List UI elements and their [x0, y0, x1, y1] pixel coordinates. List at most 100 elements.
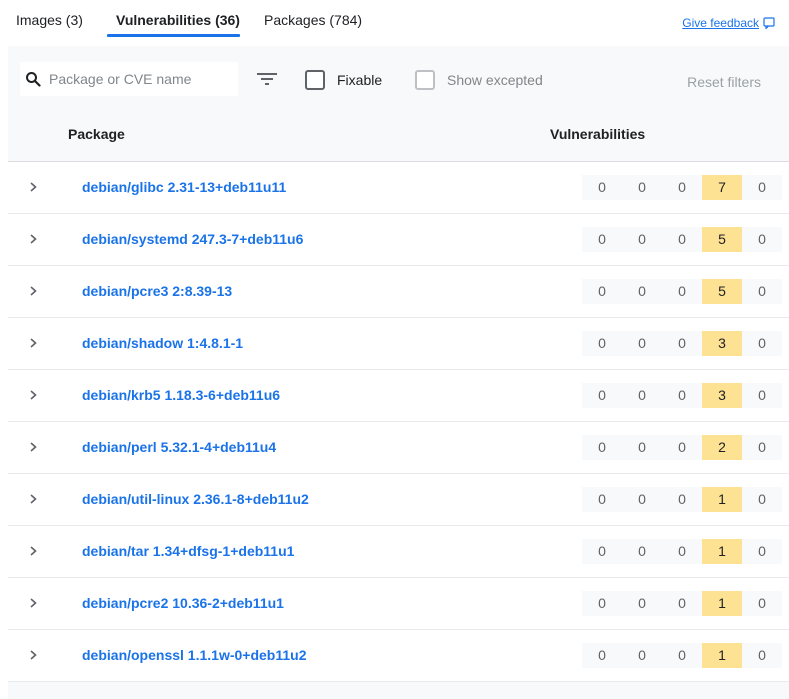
chevron-right-icon[interactable] — [27, 596, 39, 610]
give-feedback-link[interactable]: Give feedback — [682, 16, 775, 30]
package-link[interactable]: debian/openssl 1.1.1w-0+deb11u2 — [82, 647, 306, 663]
count-medium: 0 — [662, 487, 702, 512]
count-medium: 0 — [662, 331, 702, 356]
show-excepted-checkbox-box — [415, 70, 435, 90]
severity-counts: 0 0 0 2 0 — [582, 435, 782, 460]
count-low: 3 — [702, 383, 742, 408]
chevron-right-icon[interactable] — [27, 440, 39, 454]
count-minimal: 0 — [742, 643, 782, 668]
column-header-package: Package — [68, 126, 125, 142]
show-excepted-label: Show excepted — [447, 72, 543, 88]
table-row: debian/systemd 247.3-7+deb11u6 0 0 0 5 0 — [8, 214, 789, 266]
search-box — [20, 62, 238, 96]
table-row: debian/glibc 2.31-13+deb11u11 0 0 0 7 0 — [8, 162, 789, 214]
table-row: debian/perl 5.32.1-4+deb11u4 0 0 0 2 0 — [8, 422, 789, 474]
table-header: Package Vulnerabilities — [8, 114, 789, 162]
count-low: 1 — [702, 591, 742, 616]
search-icon — [26, 72, 41, 87]
table-row: debian/util-linux 2.36.1-8+deb11u2 0 0 0… — [8, 474, 789, 526]
count-critical: 0 — [582, 643, 622, 668]
feedback-icon — [763, 17, 775, 29]
count-low: 5 — [702, 227, 742, 252]
count-critical: 0 — [582, 435, 622, 460]
filter-list-icon[interactable] — [257, 72, 277, 86]
table-row: debian/shadow 1:4.8.1-1 0 0 0 3 0 — [8, 318, 789, 370]
count-minimal: 0 — [742, 279, 782, 304]
package-link[interactable]: debian/krb5 1.18.3-6+deb11u6 — [82, 387, 280, 403]
count-high: 0 — [622, 279, 662, 304]
count-minimal: 0 — [742, 591, 782, 616]
chevron-right-icon[interactable] — [27, 284, 39, 298]
package-link[interactable]: debian/systemd 247.3-7+deb11u6 — [82, 231, 303, 247]
count-medium: 0 — [662, 175, 702, 200]
count-critical: 0 — [582, 487, 622, 512]
count-high: 0 — [622, 175, 662, 200]
count-minimal: 0 — [742, 331, 782, 356]
reset-filters-button: Reset filters — [687, 74, 761, 90]
severity-counts: 0 0 0 1 0 — [582, 539, 782, 564]
severity-counts: 0 0 0 1 0 — [582, 643, 782, 668]
fixable-checkbox[interactable]: Fixable — [305, 70, 382, 90]
tab-images[interactable]: Images (3) — [16, 12, 83, 28]
package-link[interactable]: debian/perl 5.32.1-4+deb11u4 — [82, 439, 276, 455]
count-high: 0 — [622, 331, 662, 356]
count-medium: 0 — [662, 643, 702, 668]
chevron-right-icon[interactable] — [27, 232, 39, 246]
table-row: debian/tar 1.34+dfsg-1+deb11u1 0 0 0 1 0 — [8, 526, 789, 578]
count-low: 1 — [702, 487, 742, 512]
severity-counts: 0 0 0 5 0 — [582, 279, 782, 304]
count-low: 2 — [702, 435, 742, 460]
count-medium: 0 — [662, 591, 702, 616]
severity-counts: 0 0 0 1 0 — [582, 591, 782, 616]
chevron-right-icon[interactable] — [27, 180, 39, 194]
fixable-checkbox-box[interactable] — [305, 70, 325, 90]
count-critical: 0 — [582, 175, 622, 200]
count-critical: 0 — [582, 331, 622, 356]
package-link[interactable]: debian/glibc 2.31-13+deb11u11 — [82, 179, 286, 195]
table-body: debian/glibc 2.31-13+deb11u11 0 0 0 7 0 … — [8, 162, 789, 682]
table-row: debian/krb5 1.18.3-6+deb11u6 0 0 0 3 0 — [8, 370, 789, 422]
chevron-right-icon[interactable] — [27, 388, 39, 402]
show-excepted-checkbox: Show excepted — [415, 70, 543, 90]
package-link[interactable]: debian/util-linux 2.36.1-8+deb11u2 — [82, 491, 309, 507]
tab-bar: Images (3) Vulnerabilities (36) Packages… — [0, 0, 789, 44]
vulnerabilities-panel: Fixable Show excepted Reset filters Pack… — [8, 46, 789, 699]
severity-counts: 0 0 0 3 0 — [582, 383, 782, 408]
count-high: 0 — [622, 539, 662, 564]
search-input[interactable] — [47, 70, 236, 88]
count-critical: 0 — [582, 591, 622, 616]
count-critical: 0 — [582, 383, 622, 408]
count-high: 0 — [622, 487, 662, 512]
count-low: 5 — [702, 279, 742, 304]
chevron-right-icon[interactable] — [27, 336, 39, 350]
severity-counts: 0 0 0 5 0 — [582, 227, 782, 252]
count-medium: 0 — [662, 227, 702, 252]
tab-packages[interactable]: Packages (784) — [264, 12, 362, 28]
count-minimal: 0 — [742, 487, 782, 512]
count-high: 0 — [622, 227, 662, 252]
count-low: 1 — [702, 539, 742, 564]
column-header-vulnerabilities: Vulnerabilities — [550, 126, 646, 142]
count-high: 0 — [622, 591, 662, 616]
give-feedback-label: Give feedback — [682, 16, 759, 30]
package-link[interactable]: debian/shadow 1:4.8.1-1 — [82, 335, 243, 351]
count-high: 0 — [622, 383, 662, 408]
fixable-label: Fixable — [337, 72, 383, 88]
package-link[interactable]: debian/pcre2 10.36-2+deb11u1 — [82, 595, 284, 611]
tab-vulnerabilities[interactable]: Vulnerabilities (36) — [116, 12, 240, 28]
count-medium: 0 — [662, 383, 702, 408]
package-link[interactable]: debian/pcre3 2:8.39-13 — [82, 283, 232, 299]
count-medium: 0 — [662, 435, 702, 460]
chevron-right-icon[interactable] — [27, 492, 39, 506]
chevron-right-icon[interactable] — [27, 544, 39, 558]
package-link[interactable]: debian/tar 1.34+dfsg-1+deb11u1 — [82, 543, 294, 559]
count-low: 7 — [702, 175, 742, 200]
filter-bar: Fixable Show excepted Reset filters — [8, 46, 789, 114]
count-medium: 0 — [662, 279, 702, 304]
chevron-right-icon[interactable] — [27, 648, 39, 662]
count-minimal: 0 — [742, 539, 782, 564]
table-row: debian/pcre2 10.36-2+deb11u1 0 0 0 1 0 — [8, 578, 789, 630]
count-medium: 0 — [662, 539, 702, 564]
count-high: 0 — [622, 435, 662, 460]
active-tab-indicator — [107, 34, 240, 37]
